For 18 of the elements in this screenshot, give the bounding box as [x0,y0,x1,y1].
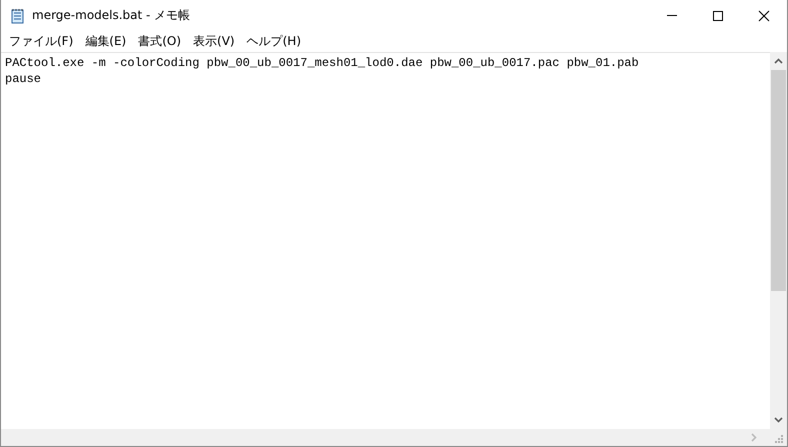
scroll-down-icon[interactable] [774,417,783,423]
resize-grip-icon[interactable] [773,432,783,442]
scroll-right-icon[interactable] [751,433,757,442]
vertical-scrollbar[interactable] [770,52,787,429]
menu-item[interactable]: 書式(O) [132,33,188,50]
minimize-icon [667,15,677,16]
menu-item[interactable]: 編集(E) [79,33,132,50]
maximize-icon [712,10,724,22]
text-line: pause [5,71,42,87]
menu-item[interactable]: ファイル(F) [3,33,80,50]
menu-item[interactable]: 表示(V) [187,33,241,50]
text-line: PACtool.exe -m -colorCoding pbw_00_ub_0017_mesh01_lod0.dae pbw_00_ub_0017.pac pbw_01.pab [5,55,640,71]
notepad-icon [10,8,26,24]
close-icon [758,10,770,22]
horizontal-scrollbar[interactable] [1,429,787,446]
window-title: merge-models.bat - メモ帳 [32,7,190,24]
menu-item[interactable]: ヘルプ(H) [240,33,307,50]
scroll-up-icon[interactable] [774,58,783,64]
